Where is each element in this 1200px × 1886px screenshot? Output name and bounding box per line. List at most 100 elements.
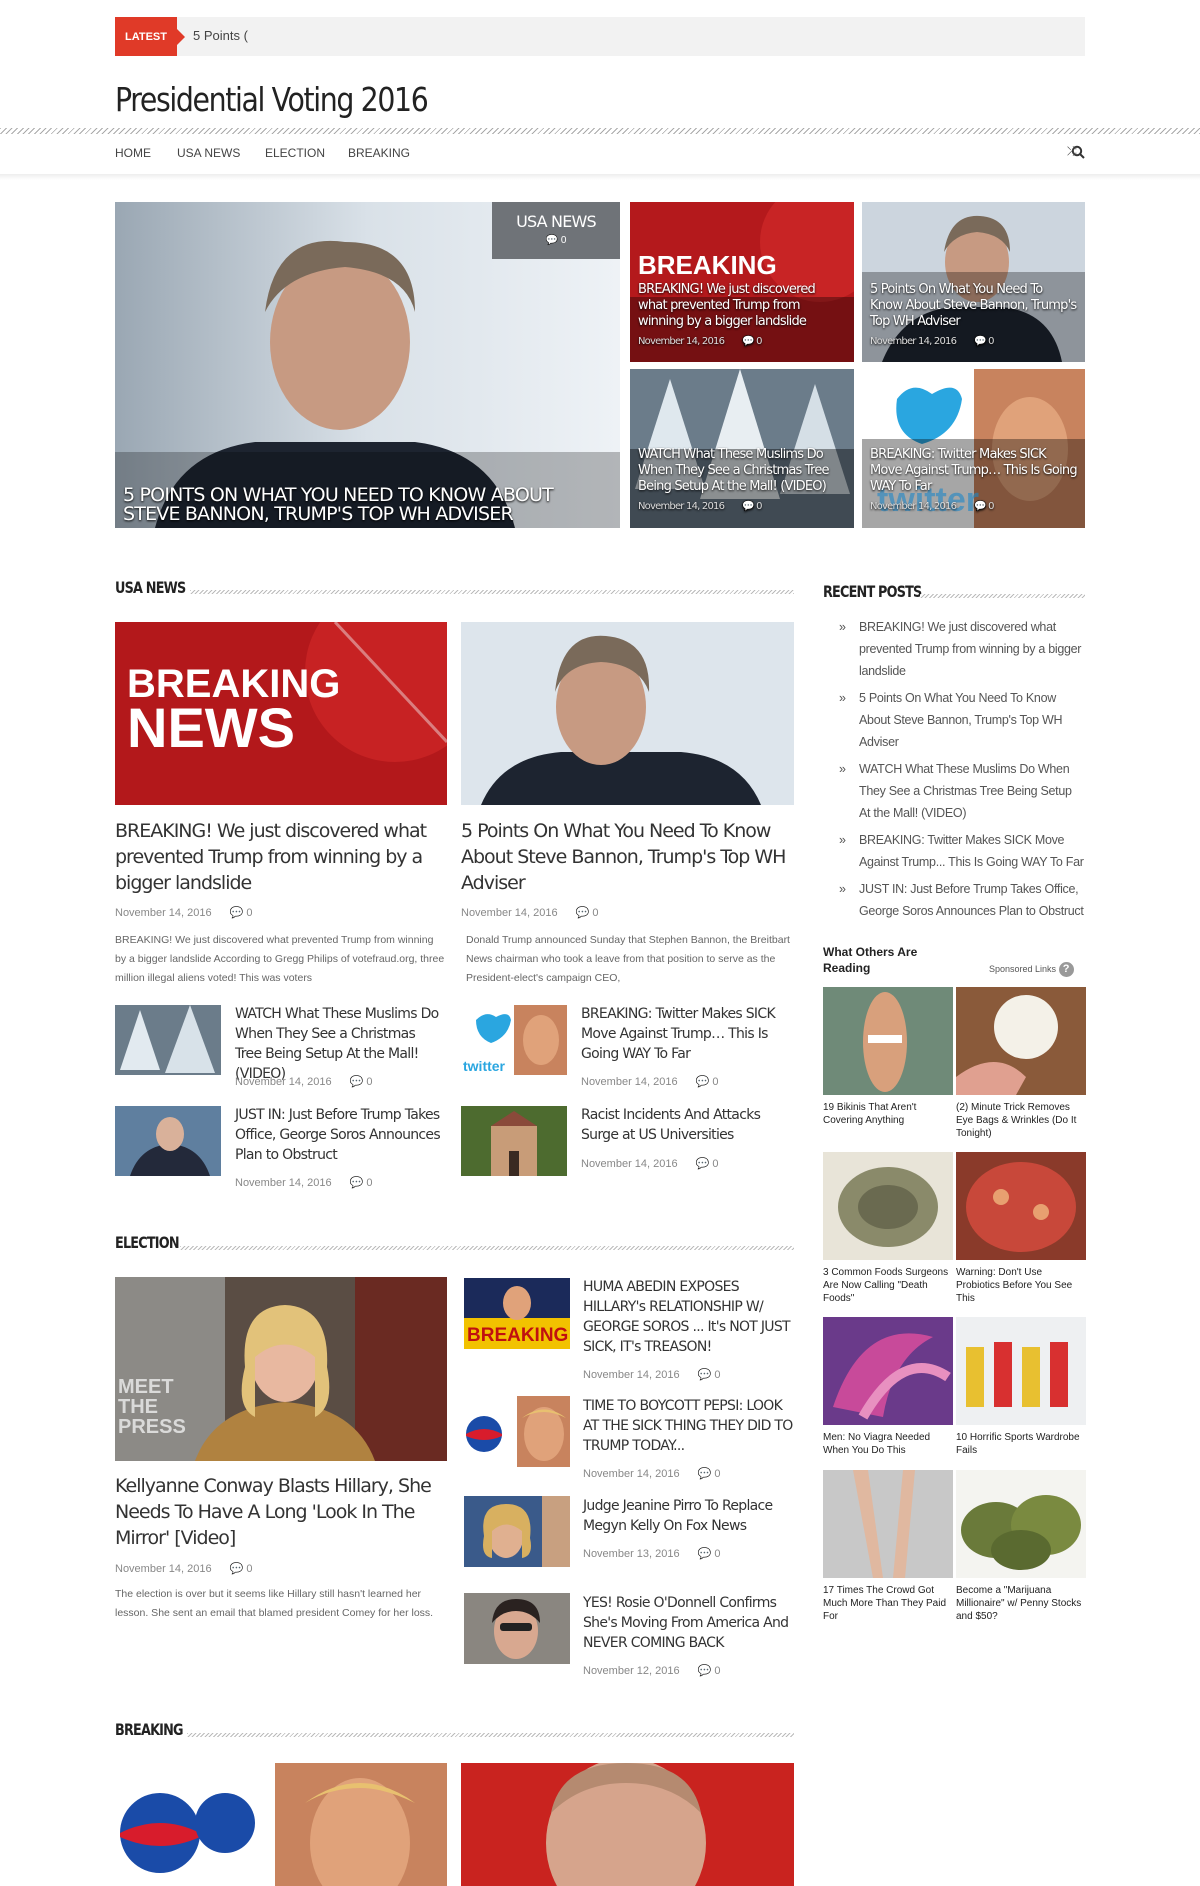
usa-news-main-image-2[interactable] xyxy=(461,622,794,805)
list-item-title[interactable]: BREAKING: Twitter Makes SICK Move Agains… xyxy=(581,1004,794,1064)
list-thumb[interactable]: BREAKING xyxy=(464,1278,570,1349)
section-divider xyxy=(190,590,794,594)
section-heading-election[interactable]: ELECTION xyxy=(115,1233,180,1252)
post-meta: November 14, 2016 💬 0 xyxy=(581,1076,719,1088)
latest-label: LATEST xyxy=(115,17,185,56)
list-item-title[interactable]: HUMA ABEDIN EXPOSES HILLARY's RELATIONSH… xyxy=(583,1277,795,1357)
recent-post-link[interactable]: JUST IN: Just Before Trump Takes Office,… xyxy=(823,878,1085,922)
comment-icon: 💬 xyxy=(229,907,247,919)
tile-title[interactable]: BREAKING: Twitter Makes SICK Move Agains… xyxy=(870,447,1078,495)
list-item-title[interactable]: Judge Jeanine Pirro To Replace Megyn Kel… xyxy=(583,1496,795,1536)
list-thumb[interactable] xyxy=(115,1106,221,1176)
list-item-title[interactable]: YES! Rosie O'Donnell Confirms She's Movi… xyxy=(583,1593,795,1653)
tile-meta: November 14, 2016 💬 0 xyxy=(638,336,762,347)
post-meta: November 13, 2016 💬 0 xyxy=(583,1548,721,1560)
post-title[interactable]: 5 Points On What You Need To Know About … xyxy=(461,818,794,896)
breaking-image-2[interactable] xyxy=(461,1763,794,1886)
post-excerpt: Donald Trump announced Sunday that Steph… xyxy=(466,934,790,984)
tile-caption: BREAKING! We just discovered what preven… xyxy=(638,282,846,347)
tile-title[interactable]: BREAKING! We just discovered what preven… xyxy=(638,282,846,330)
ad-title[interactable]: 19 Bikinis That Aren't Covering Anything xyxy=(823,1101,953,1127)
badge-comment-count: 0 xyxy=(560,235,567,246)
recent-post-link[interactable]: BREAKING! We just discovered what preven… xyxy=(823,616,1085,682)
tile-meta: November 14, 2016 💬 0 xyxy=(870,501,994,512)
site-title[interactable]: Presidential Voting 2016 xyxy=(115,80,429,119)
latest-ticker: LATEST 5 Points ( xyxy=(115,17,1085,56)
list-thumb[interactable] xyxy=(464,1593,570,1664)
ad-thumb[interactable] xyxy=(823,987,953,1095)
tile-title[interactable]: 5 Points On What You Need To Know About … xyxy=(870,282,1077,330)
ad-thumb[interactable] xyxy=(956,1470,1086,1578)
featured-main-title[interactable]: 5 POINTS ON WHAT YOU NEED TO KNOW ABOUT … xyxy=(123,486,612,524)
list-thumb[interactable] xyxy=(464,1496,570,1567)
election-main-image[interactable]: MEET THE PRESS xyxy=(115,1277,447,1461)
ad-title[interactable]: Become a "Marijuana Millionaire" w/ Penn… xyxy=(956,1584,1086,1623)
ad-title[interactable]: Warning: Don't Use Probiotics Before You… xyxy=(956,1266,1086,1305)
list-item-title[interactable]: TIME TO BOYCOTT PEPSI: LOOK AT THE SICK … xyxy=(583,1396,795,1456)
meet-the-press-logo: MEET THE PRESS xyxy=(118,1376,186,1438)
recent-post-link[interactable]: BREAKING: Twitter Makes SICK Move Agains… xyxy=(823,829,1085,873)
list-item-title[interactable]: JUST IN: Just Before Trump Takes Office,… xyxy=(235,1105,445,1165)
featured-tile-twitter[interactable]: twitter BREAKING: Twitter Makes SICK Mov… xyxy=(862,369,1085,528)
list-item-title[interactable]: Racist Incidents And Attacks Surge at US… xyxy=(581,1105,794,1145)
list-item-title[interactable]: WATCH What These Muslims Do When They Se… xyxy=(235,1004,445,1084)
ad-thumb[interactable] xyxy=(956,1317,1086,1425)
sponsored-links-label[interactable]: Sponsored Links ? xyxy=(989,962,1074,977)
svg-text:twitter: twitter xyxy=(463,1058,506,1074)
post-title[interactable]: Kellyanne Conway Blasts Hillary, She Nee… xyxy=(115,1473,455,1551)
post-meta: November 12, 2016 💬 0 xyxy=(583,1665,721,1677)
category-badge[interactable]: USA NEWS 💬 0 xyxy=(492,202,620,259)
post-title[interactable]: BREAKING! We just discovered what preven… xyxy=(115,818,447,896)
ad-title[interactable]: (2) Minute Trick Removes Eye Bags & Wrin… xyxy=(956,1101,1086,1140)
section-divider xyxy=(187,1733,794,1737)
breaking-news-text: BREAKING NEWS xyxy=(127,662,341,759)
recent-post-link[interactable]: 5 Points On What You Need To Know About … xyxy=(823,687,1085,753)
ad-title[interactable]: 10 Horrific Sports Wardrobe Fails xyxy=(956,1431,1086,1457)
ad-thumb[interactable] xyxy=(956,987,1086,1095)
shuffle-icon[interactable]: ⤮ xyxy=(1067,144,1077,159)
post-excerpt: The election is over but it seems like H… xyxy=(115,1588,434,1619)
usa-news-main-image-1[interactable]: BREAKING NEWS xyxy=(115,622,447,805)
tile-caption: BREAKING: Twitter Makes SICK Move Agains… xyxy=(870,447,1078,512)
post-meta: November 14, 2016 💬 0 xyxy=(235,1177,373,1189)
page: LATEST 5 Points ( Presidential Voting 20… xyxy=(0,0,1200,1886)
recent-post-link[interactable]: WATCH What These Muslims Do When They Se… xyxy=(823,758,1085,824)
section-divider xyxy=(180,1246,794,1250)
ad-thumb[interactable] xyxy=(823,1470,953,1578)
post-meta: November 14, 2016 💬 0 xyxy=(581,1158,719,1170)
breaking-overlay-text: BREAKING xyxy=(638,250,777,280)
recent-posts-list: BREAKING! We just discovered what preven… xyxy=(823,616,1085,927)
list-thumb[interactable] xyxy=(464,1396,570,1467)
nav-item-home[interactable]: HOME xyxy=(115,146,151,160)
ad-title[interactable]: Men: No Viagra Needed When You Do This xyxy=(823,1431,953,1457)
ad-thumb[interactable] xyxy=(823,1152,953,1260)
tile-title[interactable]: WATCH What These Muslims Do When They Se… xyxy=(638,447,846,495)
list-thumb[interactable] xyxy=(115,1005,221,1075)
breaking-image-1[interactable] xyxy=(115,1763,447,1886)
ad-thumb[interactable] xyxy=(956,1152,1086,1260)
nav-item-usa-news[interactable]: USA NEWS xyxy=(177,146,240,160)
list-thumb[interactable] xyxy=(461,1106,567,1176)
tile-meta: November 14, 2016 💬 0 xyxy=(870,336,994,347)
ad-thumb[interactable] xyxy=(823,1317,953,1425)
ticker-headline[interactable]: 5 Points ( xyxy=(193,28,248,43)
nav-item-breaking[interactable]: BREAKING xyxy=(348,146,410,160)
list-thumb[interactable]: twitter xyxy=(461,1005,567,1075)
main-nav: HOME USA NEWS ELECTION BREAKING ⤮ xyxy=(115,144,1085,164)
featured-tile-bannon[interactable]: 5 Points On What You Need To Know About … xyxy=(862,202,1085,362)
post-meta: November 14, 2016 💬 0 xyxy=(583,1369,721,1381)
ad-title[interactable]: 17 Times The Crowd Got Much More Than Th… xyxy=(823,1584,953,1623)
post-meta: November 14, 2016 💬 0 xyxy=(583,1468,721,1480)
ad-title[interactable]: 3 Common Foods Surgeons Are Now Calling … xyxy=(823,1266,953,1305)
nav-item-election[interactable]: ELECTION xyxy=(265,146,325,160)
section-divider xyxy=(920,594,1085,598)
featured-tile-christmas[interactable]: WATCH What These Muslims Do When They Se… xyxy=(630,369,854,528)
post-meta: November 14, 2016 💬 0 xyxy=(461,907,599,919)
section-heading-breaking[interactable]: BREAKING xyxy=(115,1720,184,1739)
tile-meta: November 14, 2016 💬 0 xyxy=(638,501,762,512)
post-excerpt: BREAKING! We just discovered what preven… xyxy=(115,934,445,984)
featured-tile-breaking[interactable]: BREAKING BREAKING! We just discovered wh… xyxy=(630,202,854,362)
section-heading-usa-news[interactable]: USA NEWS xyxy=(115,578,186,597)
badge-label: USA NEWS xyxy=(516,212,597,231)
post-meta: November 14, 2016 💬 0 xyxy=(115,1563,253,1575)
